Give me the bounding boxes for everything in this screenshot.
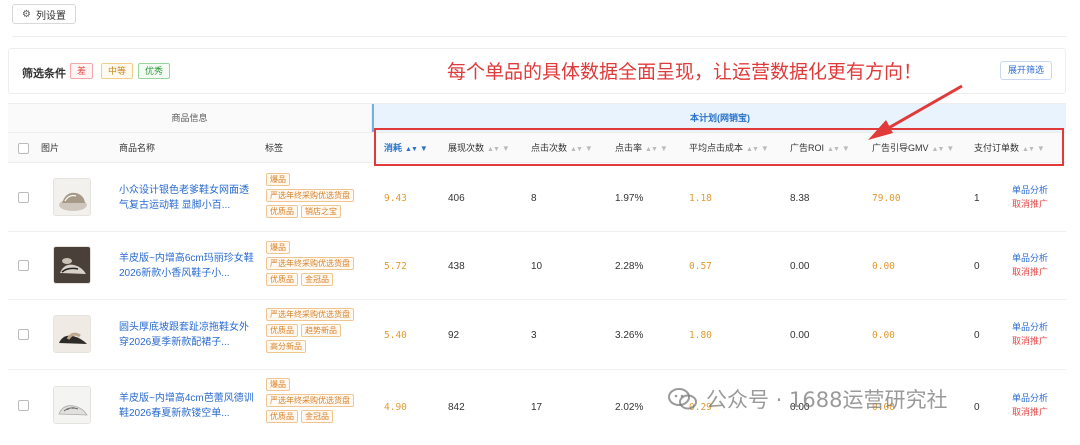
product-name-link[interactable]: 羊皮版~内增高4cm芭蕾风德训鞋2026春夏新款镂空单... <box>119 391 254 421</box>
impressions-value: 92 <box>448 330 460 341</box>
roi-value: 0.00 <box>790 261 810 272</box>
annotation-text: 每个单品的具体数据全面呈现，让运营数据化更有方向！ <box>447 61 923 83</box>
cancel-promotion-link[interactable]: 取消推广 <box>1012 265 1048 279</box>
group-product-info: 商品信息 <box>8 104 372 132</box>
row-checkbox[interactable] <box>18 260 29 271</box>
divider <box>12 36 1066 37</box>
filter-tag-excellent[interactable]: 优秀 <box>138 63 171 79</box>
column-settings-label: 列设置 <box>35 10 66 22</box>
ctr-value: 2.28% <box>615 261 644 272</box>
product-analysis-link[interactable]: 单品分析 <box>1012 391 1048 405</box>
clicks-value: 8 <box>531 193 537 204</box>
cancel-promotion-link[interactable]: 取消推广 <box>1012 197 1048 211</box>
gear-icon: ⚙ <box>22 8 31 20</box>
roi-value: 0.00 <box>790 330 810 341</box>
product-tag: 爆品 <box>266 173 290 186</box>
highlight-box <box>374 128 1064 166</box>
product-tags: 严选年终采购优选货盘 优质品 趋势新品 高分新品 <box>266 308 366 353</box>
avg-cpc-value: 0.57 <box>689 261 712 272</box>
cancel-promotion-link[interactable]: 取消推广 <box>1012 334 1048 348</box>
filter-tag-bad[interactable]: 差 <box>70 63 94 79</box>
row-checkbox[interactable] <box>18 329 29 340</box>
ctr-value: 1.97% <box>615 193 644 204</box>
product-image[interactable] <box>53 386 91 424</box>
product-analysis-link[interactable]: 单品分析 <box>1012 183 1048 197</box>
spend-value: 5.40 <box>384 330 407 341</box>
row-checkbox[interactable] <box>18 400 29 411</box>
product-analysis-link[interactable]: 单品分析 <box>1012 320 1048 334</box>
orders-value: 0 <box>974 261 980 272</box>
col-image: 图片 <box>41 143 60 153</box>
select-all-checkbox[interactable] <box>18 143 29 154</box>
gmv-value: 79.00 <box>872 193 901 204</box>
product-image[interactable] <box>53 178 91 216</box>
table-row: 圆头厚底坡跟套趾凉拖鞋女外穿2026夏季新款配裙子... 严选年终采购优选货盘 … <box>8 300 1066 370</box>
clicks-value: 3 <box>531 330 537 341</box>
avg-cpc-value: 1.80 <box>689 330 712 341</box>
ctr-value: 2.02% <box>615 402 644 413</box>
gmv-value: 0.00 <box>872 261 895 272</box>
product-tag: 金冠品 <box>301 410 333 423</box>
product-tag: 严选年终采购优选货盘 <box>266 257 354 270</box>
orders-value: 0 <box>974 330 980 341</box>
product-tag: 优质品 <box>266 324 298 337</box>
product-tag: 优质品 <box>266 273 298 286</box>
cancel-promotion-link[interactable]: 取消推广 <box>1012 405 1048 419</box>
row-actions: 单品分析 取消推广 <box>1012 320 1048 348</box>
spend-value: 5.72 <box>384 261 407 272</box>
gmv-value: 0.00 <box>872 330 895 341</box>
row-actions: 单品分析 取消推广 <box>1012 183 1048 211</box>
spend-value: 4.90 <box>384 402 407 413</box>
ctr-value: 3.26% <box>615 330 644 341</box>
product-tag: 爆品 <box>266 378 290 391</box>
product-tag: 优质品 <box>266 205 298 218</box>
col-tags: 标签 <box>265 143 284 153</box>
product-tags: 爆品 严选年终采购优选货盘 优质品 金冠品 <box>266 241 366 286</box>
orders-value: 1 <box>974 193 980 204</box>
product-image[interactable] <box>53 246 91 284</box>
expand-filter-button[interactable]: 展开筛选 <box>999 61 1052 80</box>
product-tag: 严选年终采购优选货盘 <box>266 189 354 202</box>
clicks-value: 10 <box>531 261 543 272</box>
product-name-link[interactable]: 羊皮版~内增高6cm玛丽珍女鞋2026新款小香风鞋子小... <box>119 251 254 281</box>
avg-cpc-value: 1.18 <box>689 193 712 204</box>
product-tag: 趋势新品 <box>301 324 341 337</box>
product-image[interactable] <box>53 315 91 353</box>
clicks-value: 17 <box>531 402 543 413</box>
product-tag: 严选年终采购优选货盘 <box>266 308 354 321</box>
product-name-link[interactable]: 小众设计银色老爹鞋女网面透气复古运动鞋 显脚小百... <box>119 183 254 213</box>
table-row: 小众设计银色老爹鞋女网面透气复古运动鞋 显脚小百... 爆品 严选年终采购优选货… <box>8 164 1066 232</box>
spend-value: 9.43 <box>384 193 407 204</box>
filter-tag-medium[interactable]: 中等 <box>101 63 134 79</box>
product-tag: 高分新品 <box>266 340 306 353</box>
product-name-link[interactable]: 圆头厚底坡跟套趾凉拖鞋女外穿2026夏季新款配裙子... <box>119 320 254 350</box>
row-actions: 单品分析 取消推广 <box>1012 251 1048 279</box>
product-tags: 爆品 严选年终采购优选货盘 优质品 金冠品 <box>266 378 366 423</box>
product-tag: 严选年终采购优选货盘 <box>266 394 354 407</box>
orders-value: 0 <box>974 402 980 413</box>
product-tag: 优质品 <box>266 410 298 423</box>
product-tag: 金冠品 <box>301 273 333 286</box>
column-settings-button[interactable]: ⚙ 列设置 <box>12 4 76 24</box>
product-tag: 销店之宝 <box>301 205 341 218</box>
filter-label: 筛选条件 <box>22 68 66 80</box>
row-actions: 单品分析 取消推广 <box>1012 391 1048 419</box>
row-checkbox[interactable] <box>18 192 29 203</box>
watermark-text: 公众号 · 1688运营研究社 <box>706 388 948 412</box>
impressions-value: 438 <box>448 261 465 272</box>
roi-value: 8.38 <box>790 193 810 204</box>
table-row: 羊皮版~内增高6cm玛丽珍女鞋2026新款小香风鞋子小... 爆品 严选年终采购… <box>8 232 1066 300</box>
wechat-icon <box>668 387 698 411</box>
product-tag: 爆品 <box>266 241 290 254</box>
filter-bar: 筛选条件 差 中等 优秀 每个单品的具体数据全面呈现，让运营数据化更有方向！ 展… <box>8 48 1066 94</box>
col-name: 商品名称 <box>119 143 156 153</box>
product-tags: 爆品 严选年终采购优选货盘 优质品 销店之宝 <box>266 173 366 218</box>
product-analysis-link[interactable]: 单品分析 <box>1012 251 1048 265</box>
watermark: 公众号 · 1688运营研究社 <box>668 384 947 414</box>
impressions-value: 406 <box>448 193 465 204</box>
impressions-value: 842 <box>448 402 465 413</box>
